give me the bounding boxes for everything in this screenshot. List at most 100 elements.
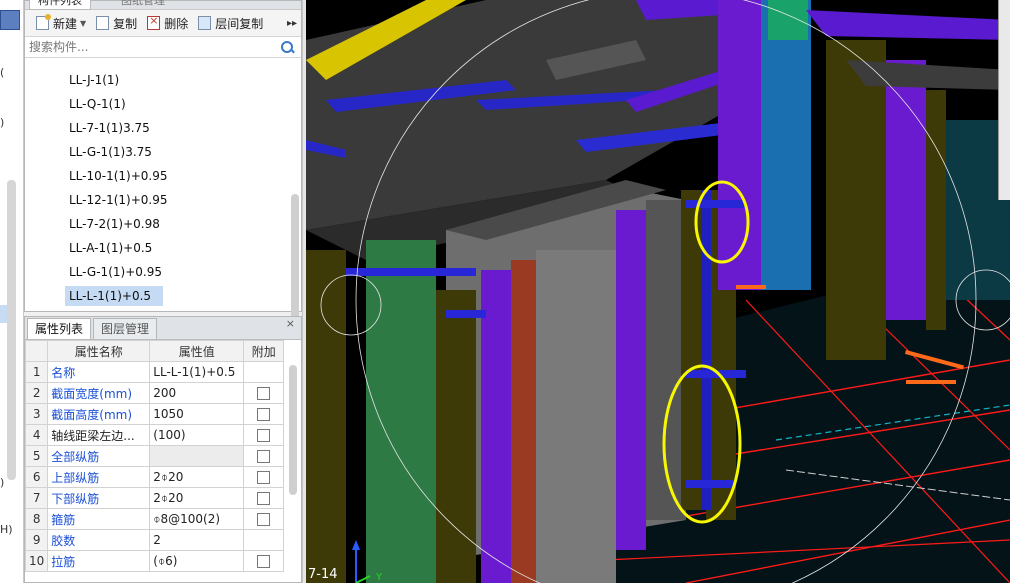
extra-cell [243, 445, 285, 467]
property-name: 胶数 [47, 529, 151, 551]
list-item[interactable]: LL-7-2(1)+0.98 [65, 214, 164, 234]
extra-cell [243, 466, 285, 488]
property-value[interactable]: LL-L-1(1)+0.5 [149, 361, 245, 383]
property-value[interactable]: (⌽6) [149, 550, 245, 572]
tab-property-list[interactable]: 属性列表 [27, 318, 92, 339]
component-toolbar: 新建 ▼ 复制 删除 层间复制 ▸▸ [25, 10, 301, 37]
list-item[interactable]: LL-Q-1(1) [65, 94, 130, 114]
row-index: 1 [24, 361, 49, 383]
header-index [24, 340, 49, 362]
property-name: 下部纵筋 [47, 487, 151, 509]
table-row[interactable]: 6 上部纵筋 2⌽20 [24, 466, 285, 488]
list-item[interactable]: LL-J-1(1) [65, 70, 123, 90]
extra-cell [243, 403, 285, 425]
extra-checkbox[interactable] [257, 513, 271, 526]
property-panel: 属性列表 图层管理 × 属性名称 属性值 附加 1 名称 LL-L-1(1)+0.5… [24, 316, 302, 583]
left-dock-strip: ( ) ) H) [0, 0, 24, 583]
3d-model-view: 7-14 Y [306, 0, 1010, 583]
row-index: 10 [24, 550, 49, 572]
clipped-text: ( [0, 66, 5, 79]
row-index: 3 [24, 403, 49, 425]
extra-checkbox[interactable] [257, 471, 271, 484]
copy-button[interactable]: 复制 [91, 13, 142, 33]
property-value[interactable]: 2⌽20 [149, 487, 245, 509]
extra-checkbox[interactable] [257, 450, 271, 463]
column [306, 250, 346, 583]
tab-layer-management[interactable]: 图层管理 [93, 318, 158, 339]
property-value[interactable]: 2⌽20 [149, 466, 245, 488]
extra-checkbox[interactable] [257, 387, 271, 400]
chevron-down-icon[interactable]: ▼ [80, 19, 86, 28]
list-item[interactable]: LL-A-1(1)+0.5 [65, 238, 156, 258]
table-row[interactable]: 10 拉筋 (⌽6) [24, 550, 285, 572]
header-extra: 附加 [243, 340, 285, 362]
tab-drawing-management[interactable]: 图纸管理 [113, 0, 173, 9]
axis-label: 7-14 [308, 567, 338, 582]
delete-label: 删除 [164, 16, 189, 31]
extra-checkbox[interactable] [257, 408, 271, 421]
table-row[interactable]: 2 截面宽度(mm) 200 [24, 382, 285, 404]
header-value: 属性值 [149, 340, 245, 362]
search-input[interactable] [25, 37, 271, 57]
floor-copy-icon [198, 16, 212, 30]
property-value[interactable]: (100) [149, 424, 245, 446]
row-index: 8 [24, 508, 49, 530]
new-label: 新建 [53, 16, 78, 31]
row-index: 5 [24, 445, 49, 467]
property-tabs: 属性列表 图层管理 × [25, 317, 301, 340]
component-tree: LL-J-1(1) LL-Q-1(1) LL-7-1(1)3.75 LL-G-1… [25, 58, 301, 354]
property-name: 名称 [47, 361, 151, 383]
axis-y-label: Y [375, 572, 383, 583]
property-value[interactable]: ⌽8@100(2) [149, 508, 245, 530]
extra-cell [243, 508, 285, 530]
new-button[interactable]: 新建 ▼ [31, 13, 91, 33]
extra-cell [243, 487, 285, 509]
list-item[interactable]: LL-7-1(1)3.75 [65, 118, 154, 138]
close-icon[interactable]: × [286, 317, 295, 330]
extra-cell [243, 529, 285, 551]
floor-copy-button[interactable]: 层间复制 [193, 13, 268, 33]
list-item-selected[interactable]: LL-L-1(1)+0.5 [65, 286, 163, 306]
property-name: 轴线距梁左边... [47, 424, 151, 446]
property-name: 截面宽度(mm) [47, 382, 151, 404]
table-row[interactable]: 7 下部纵筋 2⌽20 [24, 487, 285, 509]
property-value[interactable]: 2 [149, 529, 245, 551]
scrollbar-thumb[interactable] [7, 180, 16, 480]
table-row[interactable]: 1 名称 LL-L-1(1)+0.5 [24, 361, 285, 383]
scrollbar-thumb[interactable] [289, 365, 297, 495]
extra-checkbox[interactable] [257, 555, 271, 568]
property-value[interactable]: 1050 [149, 403, 245, 425]
list-item[interactable]: LL-G-1(1)+0.95 [65, 262, 166, 282]
list-item[interactable]: LL-12-1(1)+0.95 [65, 190, 172, 210]
search-icon[interactable] [281, 41, 293, 53]
row-index: 9 [24, 529, 49, 551]
table-row[interactable]: 4 轴线距梁左边... (100) [24, 424, 285, 446]
extra-cell [243, 424, 285, 446]
extra-checkbox[interactable] [257, 429, 271, 442]
table-row[interactable]: 8 箍筋 ⌽8@100(2) [24, 508, 285, 530]
more-icon[interactable]: ▸▸ [287, 18, 297, 29]
new-icon [36, 14, 51, 30]
extra-cell [243, 550, 285, 572]
extra-cell [243, 382, 285, 404]
clipped-text: ) [0, 116, 5, 129]
floor-copy-label: 层间复制 [215, 16, 264, 31]
property-value[interactable]: 200 [149, 382, 245, 404]
list-item[interactable]: LL-G-1(1)3.75 [65, 142, 156, 162]
copy-icon [96, 16, 110, 30]
view-toolbar-strip[interactable] [998, 0, 1010, 200]
tab-component-list[interactable]: 构件列表 [29, 0, 91, 10]
property-value[interactable] [149, 445, 245, 467]
table-row[interactable]: 3 截面高度(mm) 1050 [24, 403, 285, 425]
list-item[interactable]: LL-10-1(1)+0.95 [65, 166, 172, 186]
extra-checkbox[interactable] [257, 492, 271, 505]
clipped-text: ) [0, 476, 5, 489]
table-row[interactable]: 9 胶数 2 [24, 529, 285, 551]
delete-button[interactable]: 删除 [142, 13, 193, 33]
property-table: 属性名称 属性值 附加 1 名称 LL-L-1(1)+0.5 2 截面宽度(mm) 200… [24, 340, 285, 572]
property-name: 全部纵筋 [47, 445, 151, 467]
3d-viewport[interactable]: 7-14 Y [306, 0, 1010, 583]
table-row[interactable]: 5 全部纵筋 [24, 445, 285, 467]
component-tabs: 构件列表 图纸管理 [25, 0, 301, 10]
panel-icon[interactable] [0, 10, 20, 30]
